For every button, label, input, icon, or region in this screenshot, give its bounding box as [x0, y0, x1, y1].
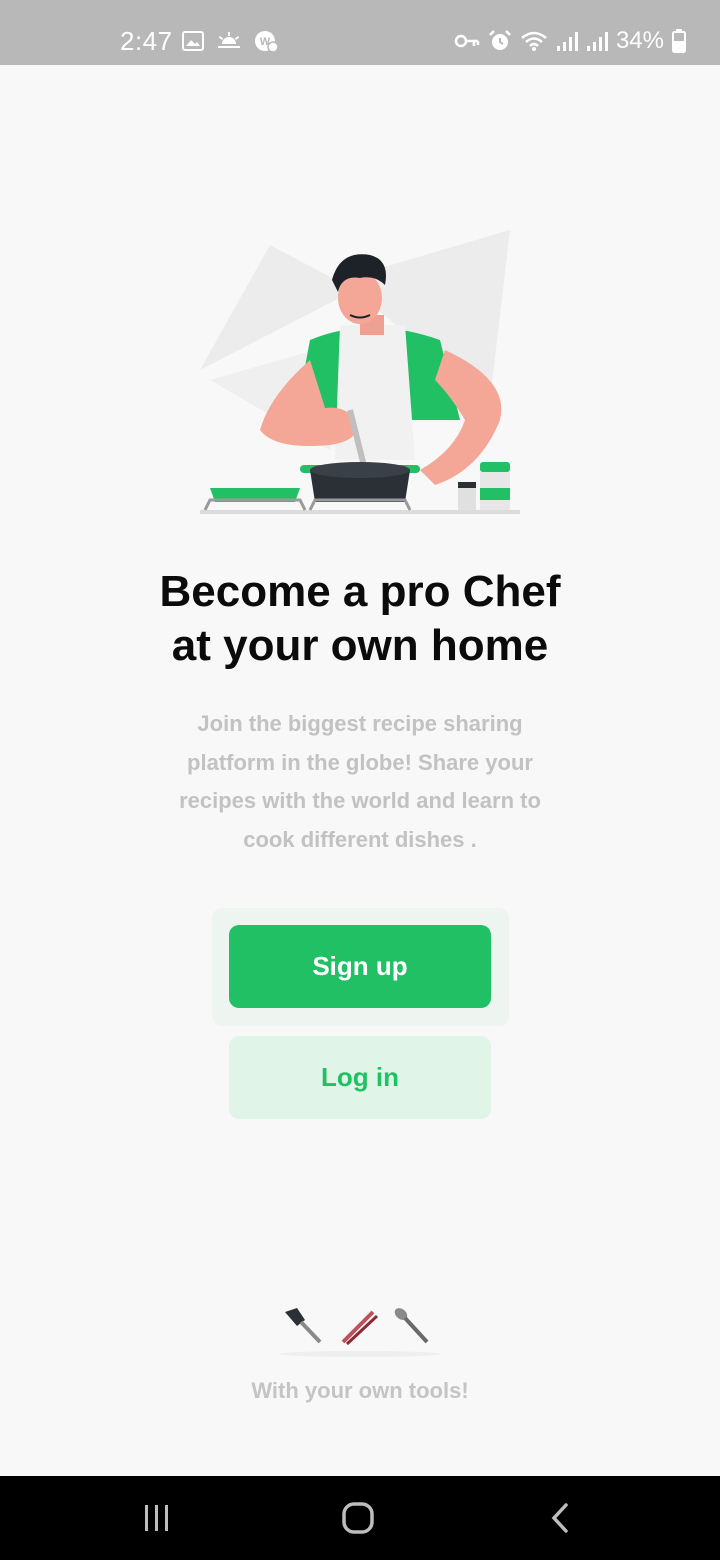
recent-apps-button[interactable] [127, 1496, 187, 1540]
home-button[interactable] [328, 1496, 388, 1540]
battery-icon [672, 29, 686, 53]
vpn-key-icon [454, 34, 480, 48]
login-button[interactable]: Log in [229, 1036, 491, 1119]
onboarding-description: Join the biggest recipe sharing platform… [179, 711, 541, 852]
kitchen-tools-icon [275, 1300, 445, 1360]
tools-caption: With your own tools! [251, 1378, 469, 1403]
signal-icon [586, 32, 608, 51]
headline-line-1: Become a pro Chef [159, 567, 561, 616]
recent-apps-icon [145, 1505, 168, 1531]
alarm-icon [489, 30, 511, 50]
gallery-icon [182, 31, 204, 51]
signal-icon [556, 32, 578, 51]
weather-sunrise-icon [218, 32, 240, 48]
status-icons-left: W [182, 29, 278, 53]
app-notification-icon: W [255, 31, 278, 53]
back-button[interactable] [530, 1496, 590, 1540]
wifi-icon [521, 31, 547, 51]
onboarding-headline: Become a pro Chef at your own home [0, 565, 720, 673]
status-time: 2:47 [120, 26, 173, 56]
back-icon [551, 1503, 568, 1533]
battery-percentage: 34% [615, 27, 664, 54]
status-bar: 2:47 W 34% [0, 0, 720, 65]
home-icon [342, 1502, 374, 1534]
navigation-bar [0, 1476, 720, 1560]
signup-button[interactable]: Sign up [229, 925, 491, 1008]
chef-cooking-illustration [190, 220, 530, 520]
headline-line-2: at your own home [171, 621, 549, 670]
status-icons-right: 34% [454, 27, 686, 55]
